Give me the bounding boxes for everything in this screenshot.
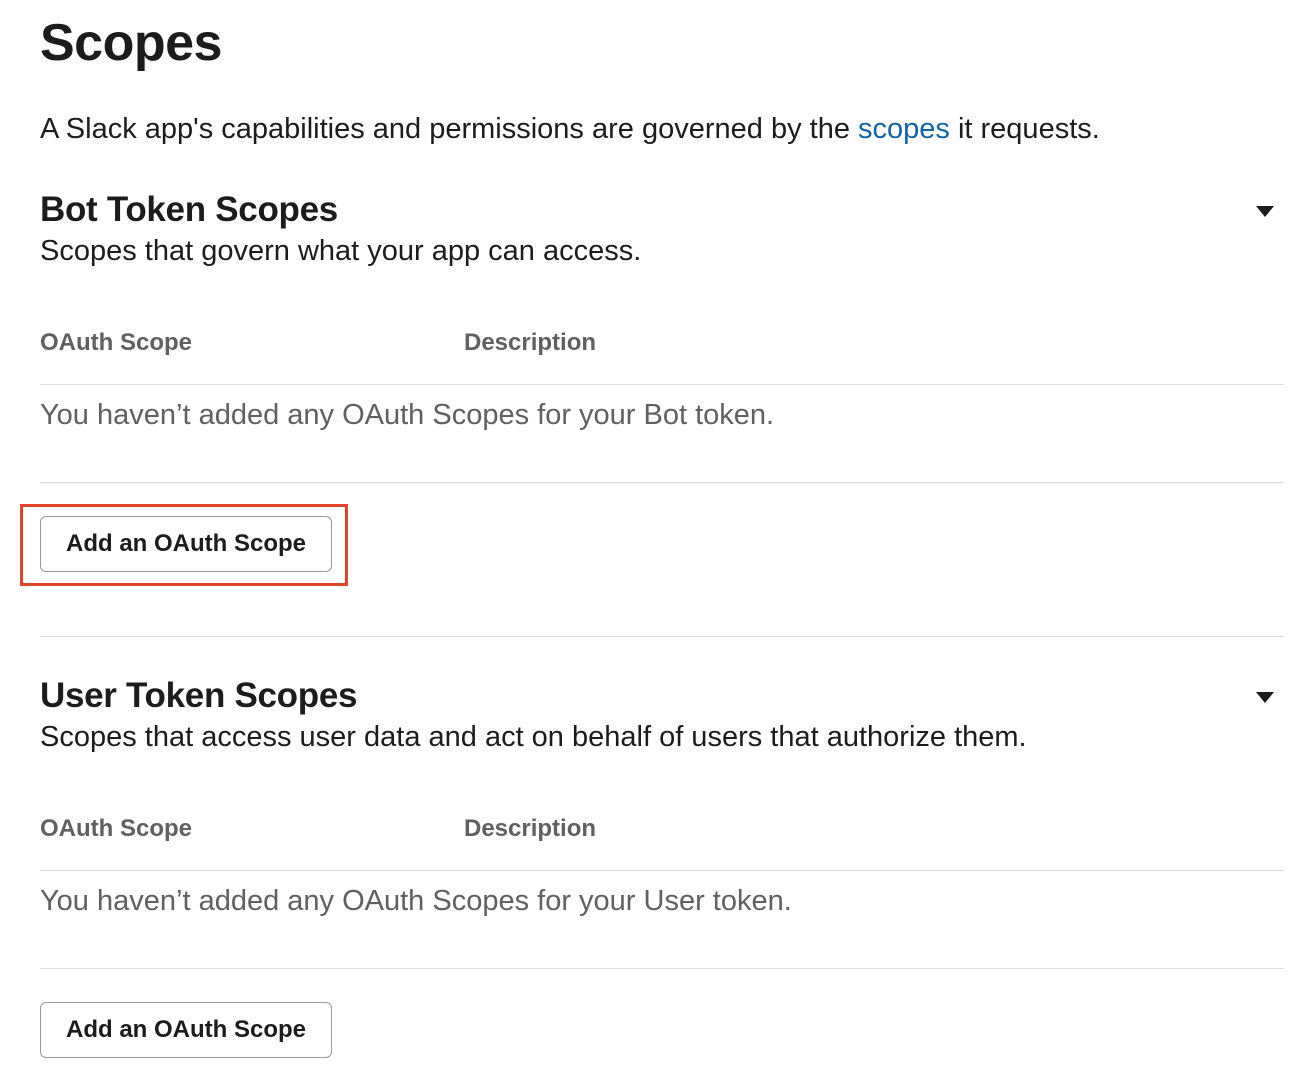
table-bottom-divider (40, 968, 1284, 969)
add-bot-oauth-scope-button[interactable]: Add an OAuth Scope (40, 516, 332, 572)
bot-section-subtitle: Scopes that govern what your app can acc… (40, 235, 642, 267)
table-header-divider (40, 870, 1284, 871)
caret-down-icon[interactable] (1256, 692, 1274, 703)
intro-text-after: it requests. (949, 113, 1100, 145)
user-empty-message: You haven’t added any OAuth Scopes for y… (40, 885, 792, 917)
page-title: Scopes (40, 14, 222, 72)
user-section-subtitle: Scopes that access user data and act on … (40, 721, 1027, 753)
scopes-link[interactable]: scopes (858, 113, 950, 145)
bot-section-title: Bot Token Scopes (40, 190, 338, 229)
user-section-title: User Token Scopes (40, 676, 358, 715)
column-header-description: Description (464, 815, 597, 842)
intro-text-before: A Slack app's capabilities and permissio… (40, 113, 859, 145)
column-header-oauth-scope: OAuth Scope (40, 329, 193, 356)
column-header-oauth-scope: OAuth Scope (40, 815, 193, 842)
section-divider (40, 636, 1284, 637)
column-header-description: Description (464, 329, 597, 356)
bot-empty-message: You haven’t added any OAuth Scopes for y… (40, 399, 775, 431)
intro-text: A Slack app's capabilities and permissio… (40, 110, 1100, 148)
table-bottom-divider (40, 482, 1284, 483)
table-header-divider (40, 384, 1284, 385)
add-user-oauth-scope-button[interactable]: Add an OAuth Scope (40, 1002, 332, 1058)
caret-down-icon[interactable] (1256, 206, 1274, 217)
